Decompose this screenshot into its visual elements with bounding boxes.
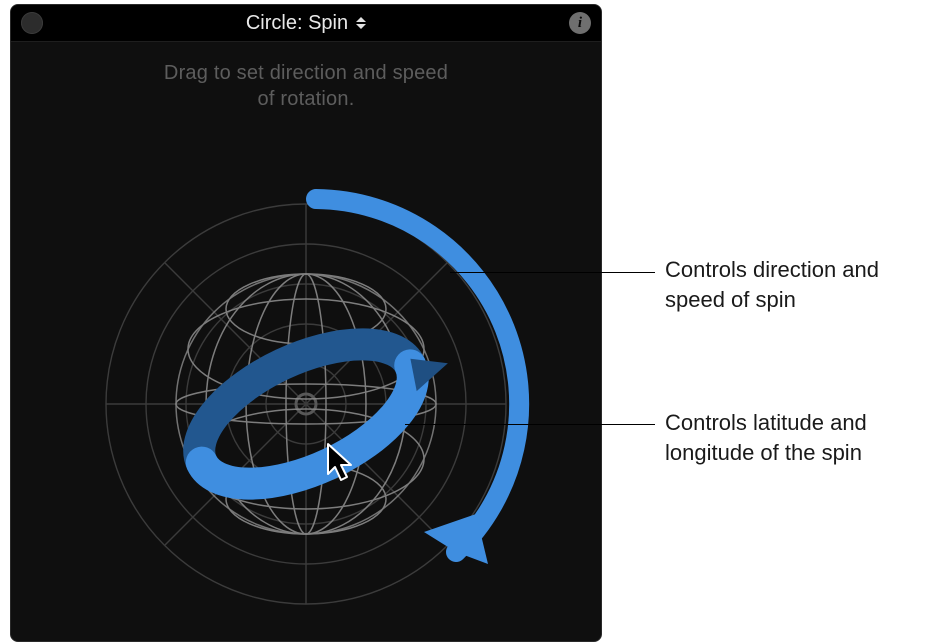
annotation-spin-latlong: Controls latitude and longitude of the s… xyxy=(665,408,935,467)
spin-hud-panel: Circle: Spin i Drag to set direction and… xyxy=(10,4,602,642)
popup-caret-icon xyxy=(356,17,366,29)
panel-dot-icon xyxy=(21,12,43,34)
panel-header: Circle: Spin i xyxy=(11,5,601,42)
annotation-text: Controls latitude and longitude of the s… xyxy=(665,408,935,467)
annotation-leader xyxy=(450,272,655,273)
annotation-leader xyxy=(405,424,655,425)
spin-visualizer[interactable] xyxy=(56,134,556,634)
panel-body: Drag to set direction and speed of rotat… xyxy=(11,60,601,642)
info-icon[interactable]: i xyxy=(569,12,591,34)
spin-orbit-ring[interactable] xyxy=(179,301,466,513)
panel-title-label: Circle: Spin xyxy=(246,12,348,35)
spin-svg xyxy=(56,134,556,634)
annotation-spin-speed: Controls direction and speed of spin xyxy=(665,255,935,314)
annotation-text: Controls direction and speed of spin xyxy=(665,255,935,314)
panel-title-popup[interactable]: Circle: Spin xyxy=(246,12,366,35)
hint-text: Drag to set direction and speed of rotat… xyxy=(11,60,601,112)
